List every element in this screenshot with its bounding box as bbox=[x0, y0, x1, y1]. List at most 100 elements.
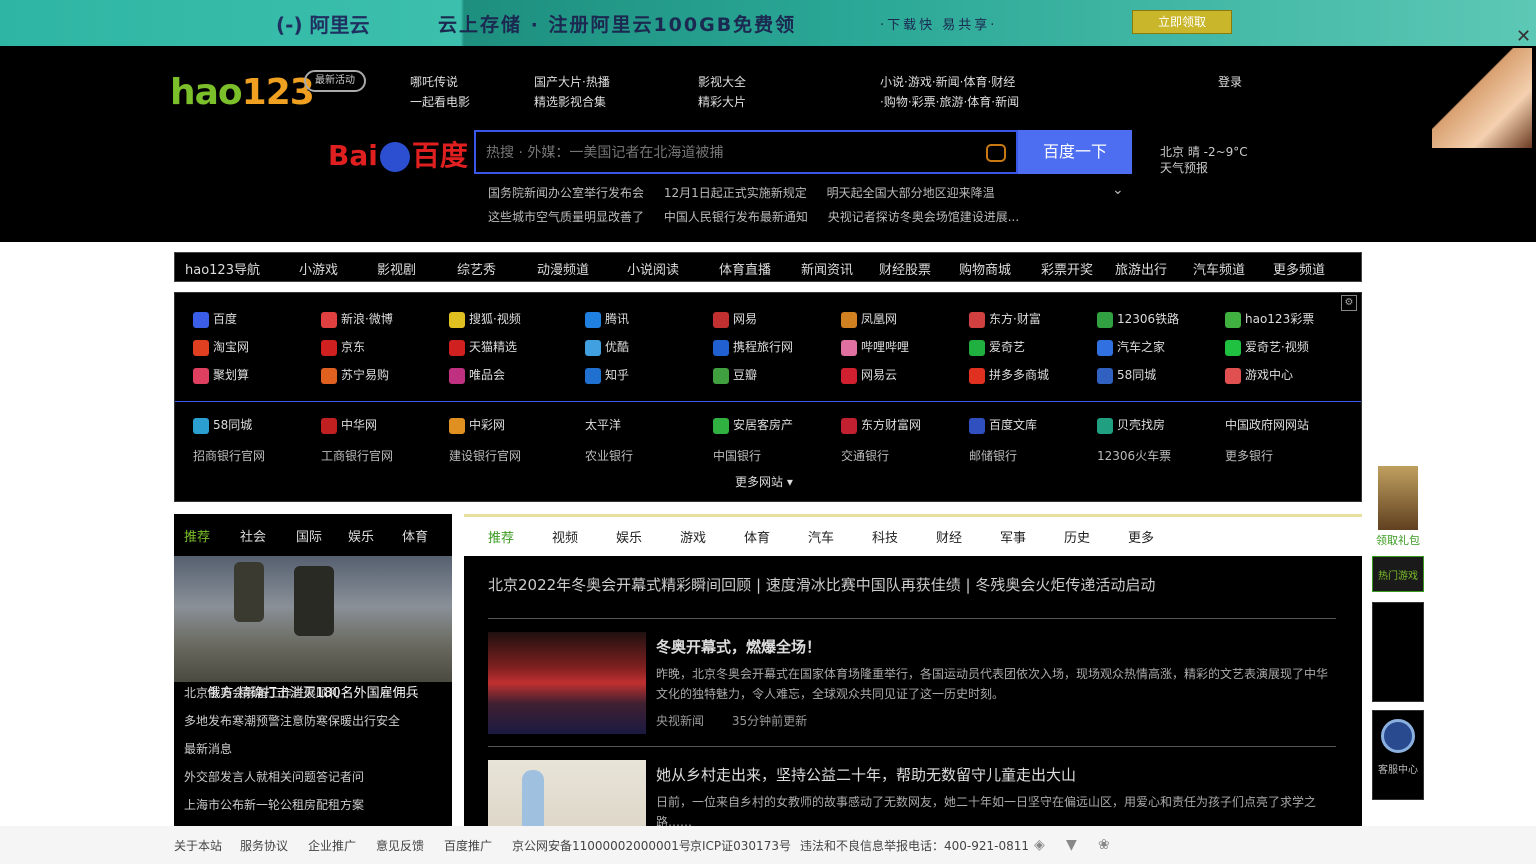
site-link[interactable]: 12306火车票 bbox=[1097, 447, 1171, 464]
site-link[interactable]: 搜狐·视频 bbox=[449, 309, 521, 329]
footer-link[interactable]: 服务协议 bbox=[240, 837, 288, 854]
hao123-logo[interactable]: hao123 bbox=[170, 72, 315, 113]
hot-search-link[interactable]: 明天起全国大部分地区迎来降温 bbox=[827, 186, 995, 200]
main-tab[interactable]: 科技 bbox=[872, 527, 898, 546]
hot-search-link[interactable]: 国务院新闻办公室举行发布会 bbox=[488, 186, 644, 200]
left-news-item[interactable]: 多地发布寒潮预警注意防寒保暖出行安全 bbox=[184, 712, 400, 729]
site-link[interactable]: 更多银行 bbox=[1225, 447, 1273, 464]
site-link[interactable]: 游戏中心 bbox=[1225, 365, 1293, 385]
footer-link[interactable]: 企业推广 bbox=[308, 837, 356, 854]
main-tab[interactable]: 历史 bbox=[1064, 527, 1090, 546]
site-link[interactable]: 58同城 bbox=[1097, 365, 1156, 385]
nav-item[interactable]: hao123导航 bbox=[185, 259, 260, 278]
footer-link[interactable]: 意见反馈 bbox=[376, 837, 424, 854]
site-link[interactable]: 中国银行 bbox=[713, 447, 761, 464]
main-tab[interactable]: 汽车 bbox=[808, 527, 834, 546]
site-link[interactable]: 优酷 bbox=[585, 337, 629, 357]
site-link[interactable]: 建设银行官网 bbox=[449, 447, 521, 464]
site-link[interactable]: 拼多多商城 bbox=[969, 365, 1049, 385]
hero-news-image[interactable]: 俄方:精确打击消灭180名外国雇佣兵 bbox=[174, 556, 452, 706]
nav-item[interactable]: 小游戏 bbox=[299, 259, 338, 278]
badge-icon[interactable]: ▼ bbox=[1066, 837, 1077, 853]
nav-item[interactable]: 旅游出行 bbox=[1115, 259, 1167, 278]
news-title[interactable]: 她从乡村走出来，坚持公益二十年，帮助无数留守儿童走出大山 bbox=[656, 764, 1076, 785]
left-news-item[interactable]: 上海市公布新一轮公租房配租方案 bbox=[184, 796, 364, 813]
header-link[interactable]: 精彩大片 bbox=[698, 92, 746, 112]
main-tab[interactable]: 娱乐 bbox=[616, 527, 642, 546]
site-link[interactable]: 中华网 bbox=[321, 415, 377, 435]
site-link[interactable]: 太平洋 bbox=[585, 415, 621, 435]
search-button[interactable]: 百度一下 bbox=[1018, 130, 1132, 174]
site-link[interactable]: 凤凰网 bbox=[841, 309, 897, 329]
close-icon[interactable]: ✕ bbox=[1516, 26, 1531, 47]
chevron-down-icon[interactable]: ⌄ bbox=[1112, 182, 1124, 198]
site-link[interactable]: hao123彩票 bbox=[1225, 309, 1314, 329]
news-thumbnail[interactable] bbox=[488, 632, 646, 734]
weather-link[interactable]: 天气预报 bbox=[1160, 160, 1248, 176]
customer-service-panel[interactable]: 客服中心 bbox=[1372, 710, 1424, 800]
certificate-icon[interactable]: ❀ bbox=[1098, 837, 1110, 853]
main-tab[interactable]: 体育 bbox=[744, 527, 770, 546]
right-float-label[interactable]: 领取礼包 bbox=[1372, 532, 1424, 548]
site-link[interactable]: 天猫精选 bbox=[449, 337, 517, 357]
site-link[interactable]: 爱奇艺·视频 bbox=[1225, 337, 1309, 357]
footer-link[interactable]: 关于本站 bbox=[174, 837, 222, 854]
left-tab[interactable]: 娱乐 bbox=[348, 526, 374, 545]
site-link[interactable]: 58同城 bbox=[193, 415, 252, 435]
site-link[interactable]: 网易云 bbox=[841, 365, 897, 385]
qr-panel[interactable] bbox=[1372, 602, 1424, 702]
header-link[interactable]: 登录 bbox=[1218, 72, 1242, 92]
hot-search-link[interactable]: 中国人民银行发布最新通知 bbox=[664, 210, 808, 224]
site-link[interactable]: 豆瓣 bbox=[713, 365, 757, 385]
nav-item[interactable]: 综艺秀 bbox=[457, 259, 496, 278]
site-link[interactable]: 12306铁路 bbox=[1097, 309, 1179, 329]
site-link[interactable]: 工商银行官网 bbox=[321, 447, 393, 464]
nav-item[interactable]: 更多频道 bbox=[1273, 259, 1325, 278]
nav-item[interactable]: 购物商城 bbox=[959, 259, 1011, 278]
left-news-item[interactable]: 外交部发言人就相关问题答记者问 bbox=[184, 768, 364, 785]
site-link[interactable]: 东方·财富 bbox=[969, 309, 1041, 329]
left-tab[interactable]: 推荐 bbox=[184, 526, 210, 545]
site-link[interactable]: 哔哩哔哩 bbox=[841, 337, 909, 357]
header-link[interactable]: 影视大全 bbox=[698, 72, 746, 92]
nav-item[interactable]: 影视剧 bbox=[377, 259, 416, 278]
site-link[interactable]: 交通银行 bbox=[841, 447, 889, 464]
footer-link[interactable]: 京ICP证030173号 bbox=[690, 837, 791, 854]
hot-search-link[interactable]: 这些城市空气质量明显改善了 bbox=[488, 210, 644, 224]
header-links-3[interactable]: 影视大全 精彩大片 bbox=[698, 72, 746, 112]
nav-item[interactable]: 彩票开奖 bbox=[1041, 259, 1093, 278]
header-link[interactable]: 一起看电影 bbox=[410, 92, 470, 112]
gear-icon[interactable]: ⚙ bbox=[1341, 295, 1357, 311]
site-link[interactable]: 网易 bbox=[713, 309, 757, 329]
login-link[interactable]: 登录 bbox=[1218, 72, 1242, 92]
left-news-item[interactable]: 北京冬奥会筹备工作进展顺利 bbox=[184, 684, 340, 701]
footer-link[interactable]: 违法和不良信息举报电话：400-921-0811 bbox=[800, 837, 1029, 854]
headline-row[interactable]: 北京2022年冬奥会开幕式精彩瞬间回顾 | 速度滑冰比赛中国队再获佳绩 | 冬残… bbox=[488, 574, 1348, 595]
main-tab[interactable]: 游戏 bbox=[680, 527, 706, 546]
site-link[interactable]: 贝壳找房 bbox=[1097, 415, 1165, 435]
hot-search-link[interactable]: 央视记者探访冬奥会场馆建设进展... bbox=[828, 210, 1019, 224]
shield-icon[interactable]: ◈ bbox=[1034, 837, 1045, 853]
site-link[interactable]: 邮储银行 bbox=[969, 447, 1017, 464]
nav-item[interactable]: 汽车频道 bbox=[1193, 259, 1245, 278]
main-tab[interactable]: 推荐 bbox=[488, 527, 514, 546]
site-link[interactable]: 招商银行官网 bbox=[193, 447, 265, 464]
game-ad-figure[interactable] bbox=[1378, 466, 1418, 530]
news-title[interactable]: 冬奥开幕式，燃爆全场！ bbox=[656, 636, 821, 657]
site-link[interactable]: 中国政府网网站 bbox=[1225, 415, 1309, 435]
site-link[interactable]: 唯品会 bbox=[449, 365, 505, 385]
logo-badge[interactable]: 最新活动 bbox=[304, 70, 366, 92]
main-tab[interactable]: 更多 bbox=[1128, 527, 1154, 546]
camera-icon[interactable] bbox=[986, 144, 1006, 162]
site-link[interactable]: 京东 bbox=[321, 337, 365, 357]
baidu-logo[interactable]: Bai 百度 bbox=[328, 134, 468, 174]
right-float-label[interactable]: 热门游戏 bbox=[1372, 556, 1424, 592]
main-tab[interactable]: 军事 bbox=[1000, 527, 1026, 546]
main-tab[interactable]: 视频 bbox=[552, 527, 578, 546]
nav-item[interactable]: 体育直播 bbox=[719, 259, 771, 278]
header-links-1[interactable]: 哪吒传说 一起看电影 bbox=[410, 72, 470, 112]
site-link[interactable]: 安居客房产 bbox=[713, 415, 793, 435]
left-news-item[interactable]: 最新消息 bbox=[184, 740, 232, 757]
header-link[interactable]: ·购物·彩票·旅游·体育·新闻 bbox=[880, 92, 1019, 112]
top-ad-banner[interactable]: (-) 阿里云 云上存储 · 注册阿里云100GB免费领 ·下载快 易共享· 立… bbox=[0, 0, 1536, 47]
